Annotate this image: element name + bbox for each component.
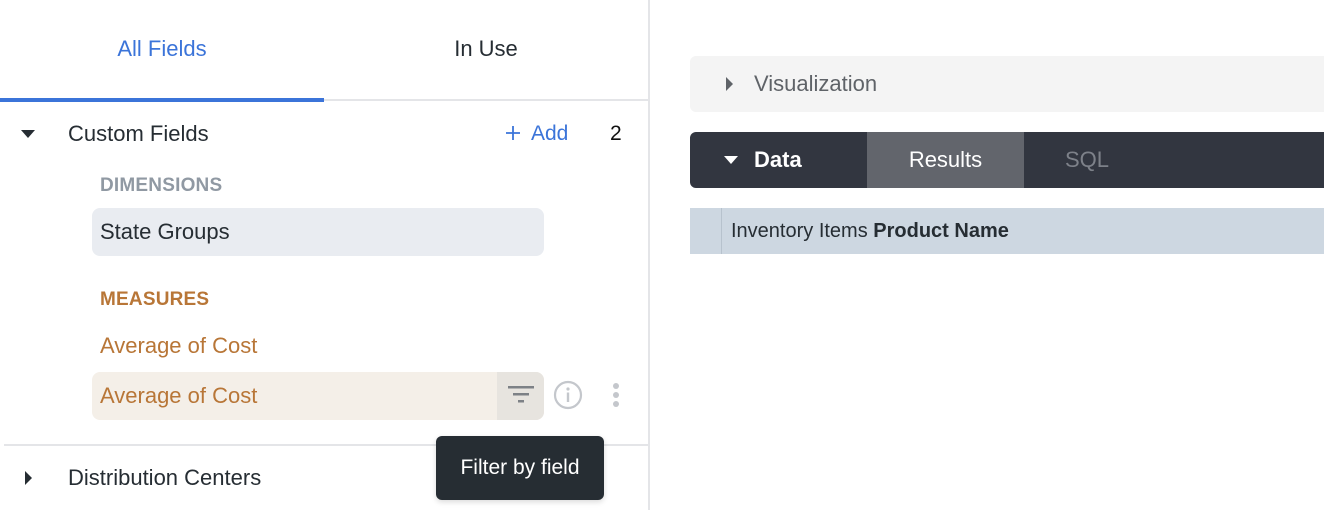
field-info-button[interactable] [553, 380, 583, 415]
field-item-measure-hovered[interactable]: Average of Cost [92, 372, 544, 420]
data-section-bar: Data Results SQL [690, 132, 1324, 188]
caret-down-icon [723, 154, 739, 166]
field-item-measure[interactable]: Average of Cost [92, 322, 544, 370]
column-field-name: Product Name [873, 219, 1009, 242]
visualization-label: Visualization [754, 71, 878, 96]
row-number-column-header [690, 208, 722, 254]
tab-sql[interactable]: SQL [1024, 132, 1150, 188]
tab-all-fields[interactable]: All Fields [0, 0, 324, 102]
add-label: Add [531, 122, 569, 145]
filter-by-field-button[interactable] [497, 372, 544, 420]
plus-icon [505, 122, 521, 146]
data-label: Data [754, 147, 802, 172]
field-picker-panel: All Fields In Use Custom Fields Add 2 DI… [0, 0, 649, 510]
caret-right-icon [20, 470, 36, 486]
visualization-section-toggle[interactable]: Visualization [690, 56, 1324, 112]
tab-results[interactable]: Results [867, 132, 1024, 188]
custom-field-count: 2 [610, 122, 622, 145]
column-view-name: Inventory Items [731, 219, 874, 242]
tab-in-use[interactable]: In Use [324, 0, 648, 100]
measures-group-label: MEASURES [100, 289, 210, 310]
section-title: Distribution Centers [68, 465, 262, 490]
filter-by-field-tooltip: Filter by field [436, 436, 604, 500]
panel-resize-divider[interactable] [648, 0, 650, 510]
add-custom-field-button[interactable]: Add [505, 120, 568, 148]
caret-right-icon [724, 76, 736, 92]
field-item-dimension[interactable]: State Groups [92, 208, 544, 256]
info-icon [553, 380, 583, 415]
column-header-product-name[interactable]: Inventory Items Product Name [731, 220, 1009, 243]
section-title: Custom Fields [68, 121, 209, 146]
dimensions-group-label: DIMENSIONS [100, 175, 223, 196]
data-section-toggle[interactable]: Data [690, 132, 867, 188]
more-vert-icon [612, 382, 620, 413]
results-table-header: Inventory Items Product Name [690, 208, 1324, 254]
field-picker-tabs: All Fields In Use [0, 0, 648, 102]
filter-icon [507, 384, 534, 409]
field-more-options-button[interactable] [606, 382, 626, 412]
caret-down-icon [20, 126, 36, 142]
